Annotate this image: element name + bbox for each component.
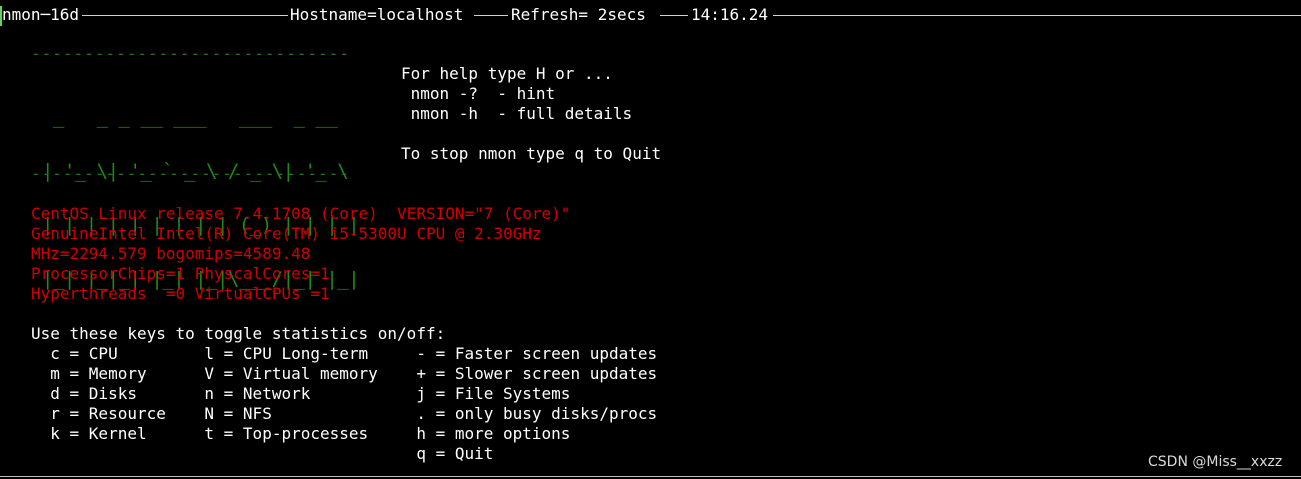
header-rule-1	[82, 15, 288, 16]
header-rule-2	[474, 15, 508, 16]
help-line: For help type H or ...	[401, 64, 613, 83]
hostname-label: Hostname=localhost	[290, 5, 464, 24]
header-rule-4	[773, 15, 1301, 16]
bottom-rule	[0, 476, 1301, 477]
keys-row: c = CPU l = CPU Long-term - = Faster scr…	[31, 344, 658, 363]
keys-row: d = Disks n = Network j = File Systems	[31, 384, 571, 403]
help-line: nmon -h - full details	[401, 104, 633, 123]
keys-row: q = Quit	[31, 444, 494, 463]
hyperthreads: Hyperthreads =0 VirtualCPUs =1	[31, 284, 330, 303]
keys-heading: Use these keys to toggle statistics on/o…	[31, 324, 446, 343]
program-version: nmon─16d	[2, 5, 80, 24]
cpu-model: GenuineIntel Intel(R) Core(TM) i5-5300U …	[31, 224, 542, 243]
os-release: CentOS Linux release 7.4.1708 (Core) VER…	[31, 204, 571, 223]
clock-time: 14:16.24	[691, 5, 769, 24]
refresh-label: Refresh= 2secs	[511, 5, 646, 24]
help-line: nmon -? - hint	[401, 84, 556, 103]
cpu-mhz: MHz=2294.579 bogomips=4589.48	[31, 244, 311, 263]
help-quit-line: To stop nmon type q to Quit	[401, 144, 662, 163]
banner-dash-top: ------------------------------	[31, 44, 350, 63]
processor-chips: ProcessorChips=1 PhyscalCores=1	[31, 264, 330, 283]
watermark: CSDN @Miss__xxzz	[1148, 454, 1283, 470]
keys-row: m = Memory V = Virtual memory + = Slower…	[31, 364, 658, 383]
keys-row: r = Resource N = NFS . = only busy disks…	[31, 404, 658, 423]
header-rule-3	[660, 15, 688, 16]
keys-row: k = Kernel t = Top-processes h = more op…	[31, 424, 571, 443]
logo-art-line: _ _ _ __ ___ ___ _ __	[31, 106, 360, 128]
banner-dash-bottom: ------------------------------	[31, 164, 350, 183]
